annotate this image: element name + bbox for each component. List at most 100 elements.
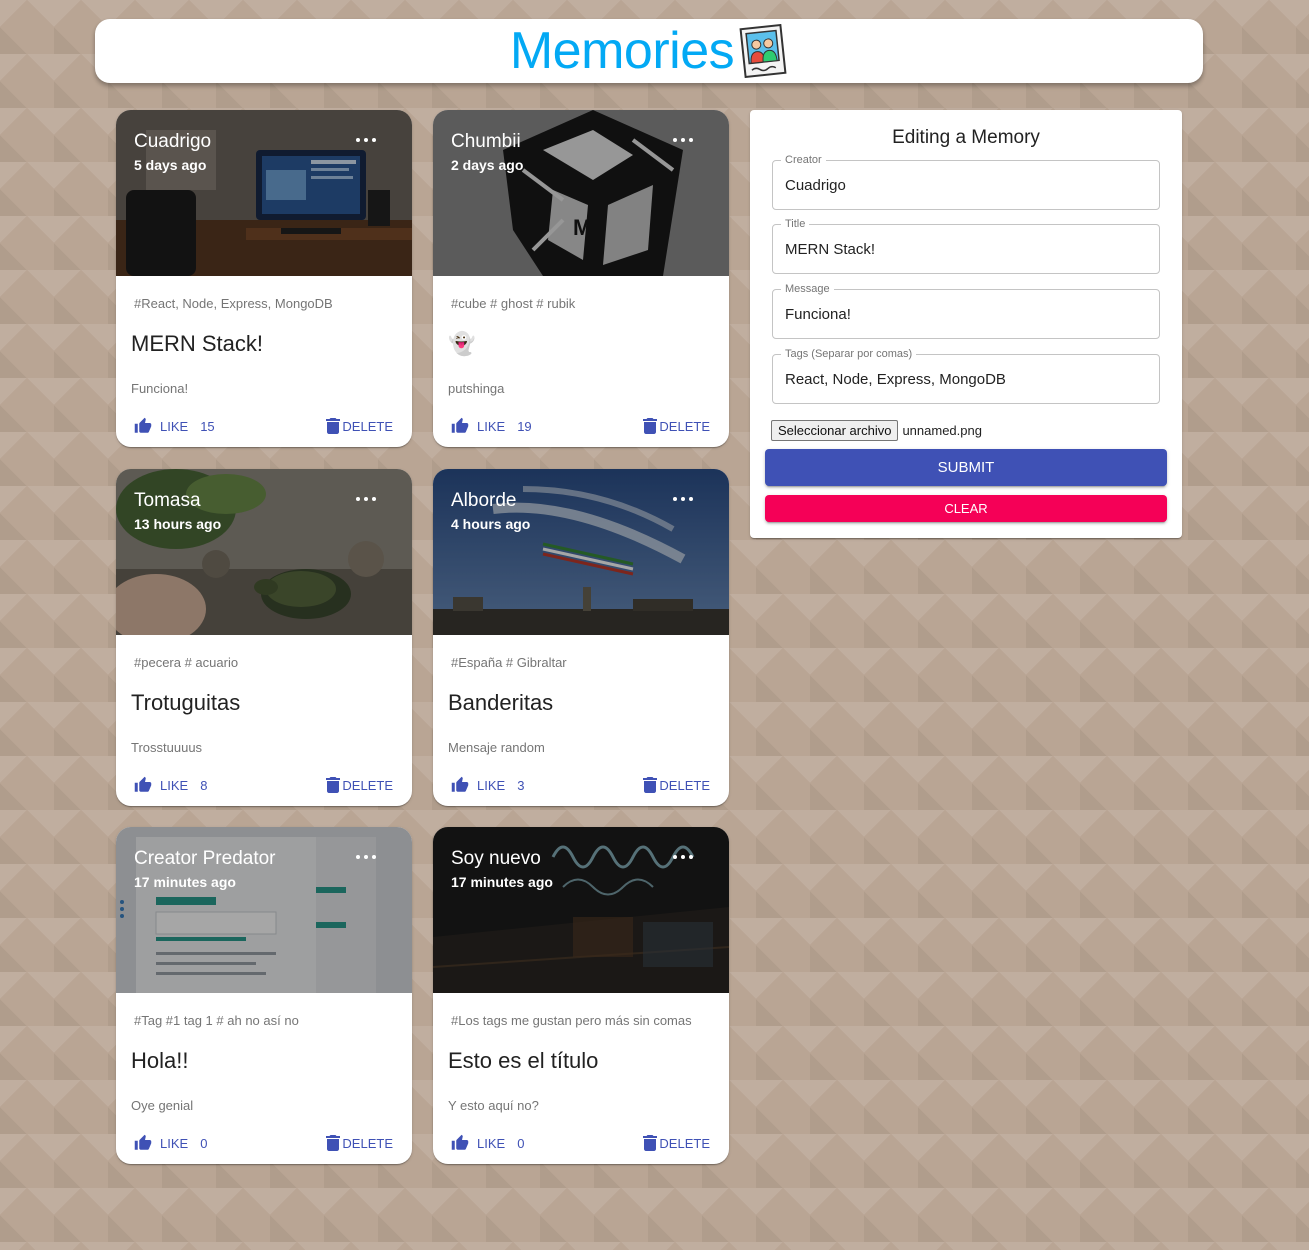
card-tags: #pecera # acuario	[134, 655, 239, 670]
card-message: Oye genial	[131, 1098, 194, 1113]
like-label: LIKE	[160, 777, 189, 793]
delete-label: DELETE	[659, 418, 710, 434]
card-tags: #España # Gibraltar	[451, 655, 567, 670]
like-count: 0	[200, 1135, 208, 1151]
post-card: M Chumbii 2 days ago #cube # ghost # rub…	[433, 110, 729, 447]
like-label: LIKE	[160, 418, 189, 434]
card-tags: #React, Node, Express, MongoDB	[134, 296, 333, 311]
more-options-icon[interactable]	[673, 853, 693, 861]
card-creator: Chumbii	[451, 131, 521, 152]
thumb-up-icon	[134, 1134, 152, 1150]
more-options-icon[interactable]	[356, 495, 376, 503]
like-button[interactable]: LIKE 15	[134, 416, 215, 436]
card-timestamp: 17 minutes ago	[451, 874, 553, 890]
more-options-icon[interactable]	[356, 853, 376, 861]
card-timestamp: 2 days ago	[451, 157, 524, 173]
more-options-icon[interactable]	[673, 495, 693, 503]
post-card: Alborde 4 hours ago #España # Gibraltar …	[433, 469, 729, 806]
photo-people-icon	[739, 24, 787, 78]
card-title: Esto es el título	[448, 1048, 599, 1073]
message-field[interactable]: Message	[772, 282, 1160, 339]
delete-label: DELETE	[342, 1135, 393, 1151]
post-card: Cuadrigo 5 days ago #React, Node, Expres…	[116, 110, 412, 447]
card-title: Trotuguitas	[131, 690, 241, 715]
app-bar: Memories	[95, 19, 1203, 83]
like-button[interactable]: LIKE 3	[451, 775, 524, 795]
select-file-button[interactable]: Seleccionar archivo	[771, 420, 899, 441]
like-count: 8	[200, 777, 208, 793]
like-label: LIKE	[477, 777, 506, 793]
card-timestamp: 13 hours ago	[134, 516, 222, 532]
like-button[interactable]: LIKE 19	[451, 416, 532, 436]
title-field[interactable]: Title	[772, 217, 1160, 274]
card-title: Hola!!	[131, 1048, 189, 1073]
form-heading: Editing a Memory	[892, 127, 1040, 148]
trash-icon	[643, 418, 658, 434]
like-count: 3	[517, 777, 525, 793]
trash-icon	[643, 777, 658, 793]
more-options-icon[interactable]	[356, 136, 376, 144]
card-title: 👻	[448, 331, 476, 356]
like-label: LIKE	[477, 418, 506, 434]
creator-field[interactable]: Creator	[772, 153, 1160, 210]
card-timestamp: 5 days ago	[134, 157, 207, 173]
trash-icon	[326, 1135, 341, 1151]
title-input[interactable]	[785, 225, 1145, 273]
card-creator: Creator Predator	[134, 848, 276, 869]
delete-label: DELETE	[342, 418, 393, 434]
thumb-up-icon	[134, 417, 152, 433]
like-label: LIKE	[477, 1135, 506, 1151]
delete-button[interactable]: DELETE	[643, 416, 710, 436]
post-card: Tomasa 13 hours ago #pecera # acuario Tr…	[116, 469, 412, 806]
card-creator: Cuadrigo	[134, 131, 212, 152]
like-count: 15	[200, 418, 215, 434]
card-creator: Alborde	[451, 490, 517, 511]
file-name: unnamed.png	[902, 423, 982, 438]
card-message: Trosstuuuus	[131, 740, 203, 755]
creator-input[interactable]	[785, 161, 1145, 209]
clear-button[interactable]: CLEAR	[765, 495, 1167, 522]
card-message: Y esto aquí no?	[448, 1098, 539, 1113]
delete-button[interactable]: DELETE	[326, 775, 393, 795]
delete-button[interactable]: DELETE	[326, 1133, 393, 1153]
like-button[interactable]: LIKE 8	[134, 775, 207, 795]
app-title[interactable]: Memories	[510, 25, 735, 77]
memory-form: Editing a Memory Creator Title Message T…	[750, 110, 1182, 538]
like-count: 19	[517, 418, 532, 434]
card-tags: #Tag #1 tag 1 # ah no así no	[134, 1013, 299, 1028]
card-tags: #Los tags me gustan pero más sin comas	[451, 1013, 692, 1028]
more-options-icon[interactable]	[673, 136, 693, 144]
card-creator: Tomasa	[134, 490, 201, 511]
file-picker: Seleccionar archivo unnamed.png	[771, 420, 982, 441]
submit-button[interactable]: SUBMIT	[765, 449, 1167, 486]
card-title: Banderitas	[448, 690, 554, 715]
thumb-up-icon	[451, 417, 469, 433]
trash-icon	[326, 418, 341, 434]
thumb-up-icon	[134, 776, 152, 792]
message-input[interactable]	[785, 290, 1145, 338]
card-message: putshinga	[448, 381, 505, 396]
card-creator: Soy nuevo	[451, 848, 541, 869]
card-timestamp: 4 hours ago	[451, 516, 531, 532]
trash-icon	[643, 1135, 658, 1151]
card-tags: #cube # ghost # rubik	[451, 296, 576, 311]
delete-button[interactable]: DELETE	[643, 775, 710, 795]
delete-label: DELETE	[659, 777, 710, 793]
like-button[interactable]: LIKE 0	[451, 1133, 524, 1153]
card-message: Funciona!	[131, 381, 189, 396]
delete-label: DELETE	[342, 777, 393, 793]
card-title: MERN Stack!	[131, 331, 264, 356]
thumb-up-icon	[451, 1134, 469, 1150]
card-message: Mensaje random	[448, 740, 545, 755]
like-button[interactable]: LIKE 0	[134, 1133, 207, 1153]
delete-button[interactable]: DELETE	[643, 1133, 710, 1153]
thumb-up-icon	[451, 776, 469, 792]
tags-input[interactable]	[785, 355, 1145, 403]
tags-field[interactable]: Tags (Separar por comas)	[772, 347, 1160, 404]
delete-button[interactable]: DELETE	[326, 416, 393, 436]
post-card: Creator Predator 17 minutes ago #Tag #1 …	[116, 827, 412, 1164]
post-card: Soy nuevo 17 minutes ago #Los tags me gu…	[433, 827, 729, 1164]
like-label: LIKE	[160, 1135, 189, 1151]
delete-label: DELETE	[659, 1135, 710, 1151]
like-count: 0	[517, 1135, 525, 1151]
